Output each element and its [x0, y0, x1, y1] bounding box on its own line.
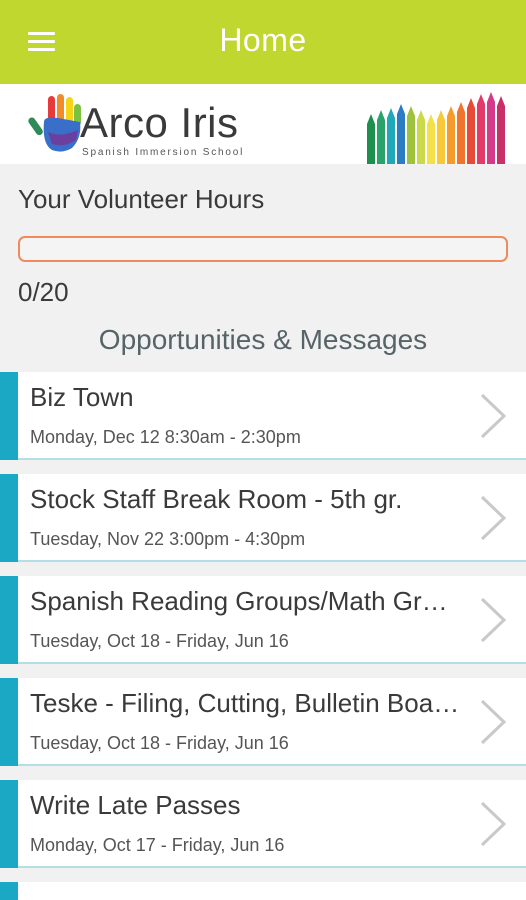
- opportunity-date: Monday, Dec 12 8:30am - 2:30pm: [30, 427, 301, 447]
- card-accent-bar: [0, 678, 18, 766]
- card-accent-bar: [0, 372, 18, 460]
- opportunity-title: Teske - Filing, Cutting, Bulletin Boards: [30, 688, 462, 718]
- chevron-right-icon: [480, 495, 507, 541]
- page-title: Home: [219, 22, 307, 58]
- top-app-bar: Home: [0, 0, 526, 84]
- school-banner: Arco Iris Spanish Immersion School: [0, 84, 526, 164]
- opportunity-title: Biz Town: [30, 382, 134, 412]
- colored-pencils-image: [367, 92, 505, 164]
- section-title: Opportunities & Messages: [98, 324, 428, 355]
- card-accent-bar: [0, 780, 18, 868]
- card-accent-bar: [0, 474, 18, 562]
- volunteer-hours-count: 0/20: [18, 277, 69, 307]
- card-accent-bar: [0, 576, 18, 664]
- chevron-right-icon: [480, 393, 507, 439]
- opportunity-title: Stock Staff Break Room - 5th gr.: [30, 484, 403, 514]
- chevron-right-icon: [480, 699, 507, 745]
- opportunity-title: Spanish Reading Groups/Math Groups: [30, 586, 462, 616]
- school-logo-name: Arco Iris: [80, 99, 239, 146]
- school-logo-subtitle: Spanish Immersion School: [82, 147, 245, 158]
- opportunity-title: Write Late Passes: [30, 790, 241, 820]
- opportunity-date: Tuesday, Nov 22 3:00pm - 4:30pm: [30, 529, 306, 549]
- opportunity-card-partial[interactable]: [0, 882, 526, 900]
- chevron-right-icon: [480, 597, 507, 643]
- opportunity-date: Tuesday, Oct 18 - Friday, Jun 16: [30, 733, 289, 753]
- opportunity-card[interactable]: Spanish Reading Groups/Math Groups Tuesd…: [0, 576, 526, 664]
- volunteer-hours-title: Your Volunteer Hours: [18, 184, 265, 214]
- opportunity-card[interactable]: Stock Staff Break Room - 5th gr. Tuesday…: [0, 474, 526, 562]
- opportunity-card[interactable]: Biz Town Monday, Dec 12 8:30am - 2:30pm: [0, 372, 526, 460]
- opportunity-date: Monday, Oct 17 - Friday, Jun 16: [30, 835, 285, 855]
- opportunity-card[interactable]: Teske - Filing, Cutting, Bulletin Boards…: [0, 678, 526, 766]
- chevron-right-icon: [480, 801, 507, 847]
- opportunity-date: Tuesday, Oct 18 - Friday, Jun 16: [30, 631, 289, 651]
- volunteer-hours-progress-bar: [18, 236, 508, 262]
- opportunity-card[interactable]: Write Late Passes Monday, Oct 17 - Frida…: [0, 780, 526, 868]
- card-accent-bar: [0, 882, 18, 900]
